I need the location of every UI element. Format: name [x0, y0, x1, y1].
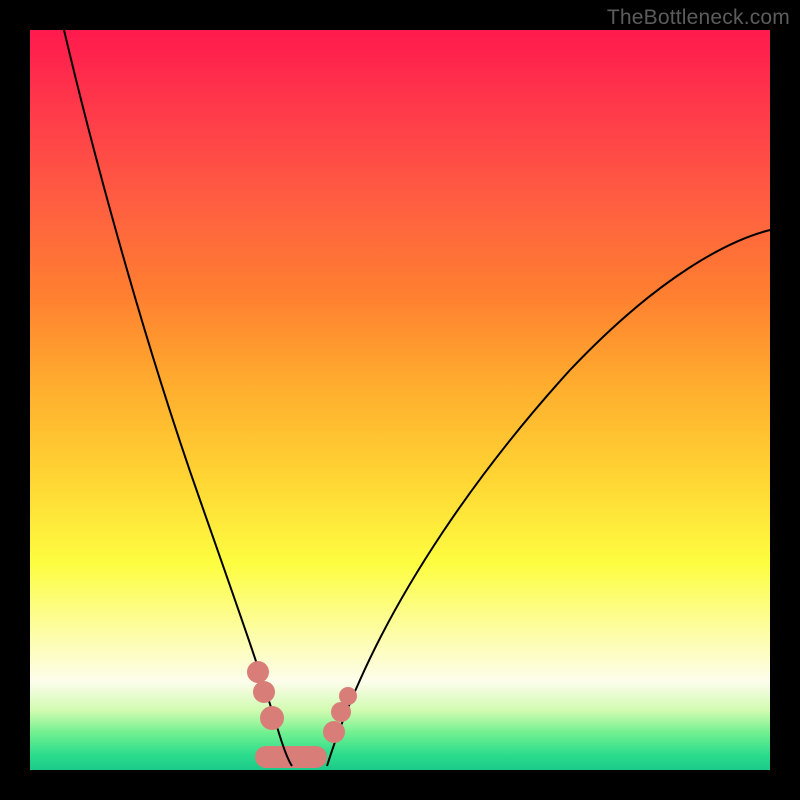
bead-marker	[260, 706, 284, 730]
right-curve	[327, 230, 770, 766]
bead-marker	[323, 721, 345, 743]
plot-area	[30, 30, 770, 770]
bead-marker	[339, 687, 357, 705]
attribution-text: TheBottleneck.com	[607, 6, 790, 30]
bead-marker	[247, 661, 269, 683]
bead-marker	[253, 681, 275, 703]
chart-svg	[30, 30, 770, 770]
left-curve	[64, 30, 292, 766]
